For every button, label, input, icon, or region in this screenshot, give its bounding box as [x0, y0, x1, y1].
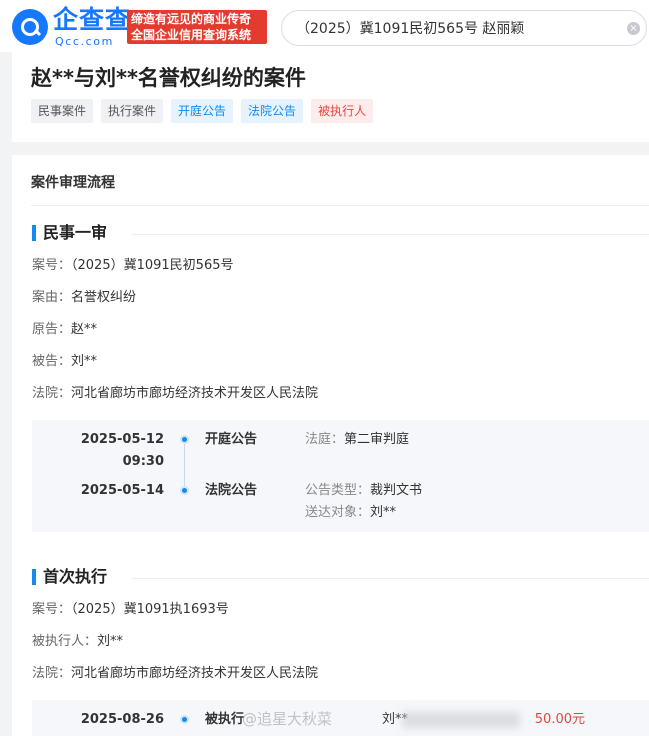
timeline-dot-icon	[180, 486, 189, 495]
process-header: 案件审理流程	[31, 175, 115, 191]
timeline-dot-icon	[180, 435, 189, 444]
timeline-date: 2025-05-12	[80, 432, 164, 447]
tag-person-executed[interactable]: 被执行人	[311, 99, 374, 123]
field-cause: 案由：名誉权纠纷	[32, 290, 137, 305]
case-title: 赵**与刘**名誉权纠纷的案件	[31, 66, 306, 90]
case-process-card: 案件审理流程 民事一审 案号：（2025）冀1091民初565号 案由：名誉权纠…	[12, 155, 649, 736]
stage-title-first-execution: 首次执行	[32, 567, 107, 587]
field-case-number: 案号：（2025）冀1091民初565号	[32, 258, 234, 273]
divider	[132, 234, 649, 235]
slogan-badge: 缔造有远见的商业传奇 全国企业信用查询系统	[127, 10, 267, 44]
timeline-event[interactable]: 开庭公告	[205, 429, 257, 451]
slogan-line-1: 缔造有远见的商业传奇	[131, 12, 252, 26]
blurred-overlay	[402, 712, 520, 728]
divider	[132, 578, 649, 579]
timeline-date: 2025-08-26	[80, 712, 164, 727]
logo-text[interactable]: 企查查	[53, 5, 131, 35]
weibo-watermark: @追星大秋菜	[242, 710, 333, 728]
tag-hearing-notice[interactable]: 开庭公告	[171, 99, 234, 123]
field-defendant: 被告：刘**	[32, 354, 98, 369]
search-input[interactable]	[296, 17, 616, 39]
timeline-first-instance: 2025-05-12 09:30 开庭公告 法庭：第二审判庭 2025-05-1…	[32, 420, 649, 532]
slogan-line-2: 全国企业信用查询系统	[131, 28, 252, 42]
timeline-event[interactable]: 法院公告	[205, 480, 257, 502]
timeline-dot-icon	[180, 715, 189, 724]
field-court: 法院：河北省廊坊市廊坊经济技术开发区人民法院	[32, 386, 319, 401]
logo-domain: Qcc.com	[55, 35, 114, 48]
field-plaintiff: 原告：赵**	[32, 322, 98, 337]
timeline-date: 2025-05-14	[80, 483, 164, 498]
execution-amount: 50.00元	[534, 712, 585, 727]
clear-icon[interactable]: ×	[627, 22, 640, 35]
tag-civil-case[interactable]: 民事案件	[31, 99, 94, 123]
case-title-card: 赵**与刘**名誉权纠纷的案件 民事案件 执行案件 开庭公告 法院公告 被执行人	[12, 52, 649, 142]
tag-execution-case[interactable]: 执行案件	[101, 99, 164, 123]
case-tags: 民事案件 执行案件 开庭公告 法院公告 被执行人	[31, 99, 374, 123]
field-execution-number: 案号：（2025）冀1091执1693号	[32, 602, 229, 617]
timeline-detail: 法庭：第二审判庭	[305, 432, 410, 447]
qcc-logo-icon[interactable]	[12, 9, 48, 45]
timeline-event[interactable]: 被执行	[205, 709, 244, 731]
timeline-time: 09:30	[122, 454, 164, 469]
timeline-detail: 公告类型：裁判文书	[305, 483, 423, 498]
timeline-execution: 2025-08-26 被执行 刘** 50.00元	[32, 700, 649, 736]
top-header: 企查查 Qcc.com 缔造有远见的商业传奇 全国企业信用查询系统 ×	[0, 0, 649, 52]
search-box[interactable]: ×	[281, 10, 647, 46]
field-execution-court: 法院：河北省廊坊市廊坊经济技术开发区人民法院	[32, 666, 319, 681]
timeline-detail: 送达对象：刘**	[305, 505, 397, 520]
stage-title-first-instance: 民事一审	[32, 223, 107, 243]
field-person-executed: 被执行人：刘**	[32, 634, 124, 649]
divider	[31, 205, 649, 206]
tag-court-notice[interactable]: 法院公告	[241, 99, 304, 123]
